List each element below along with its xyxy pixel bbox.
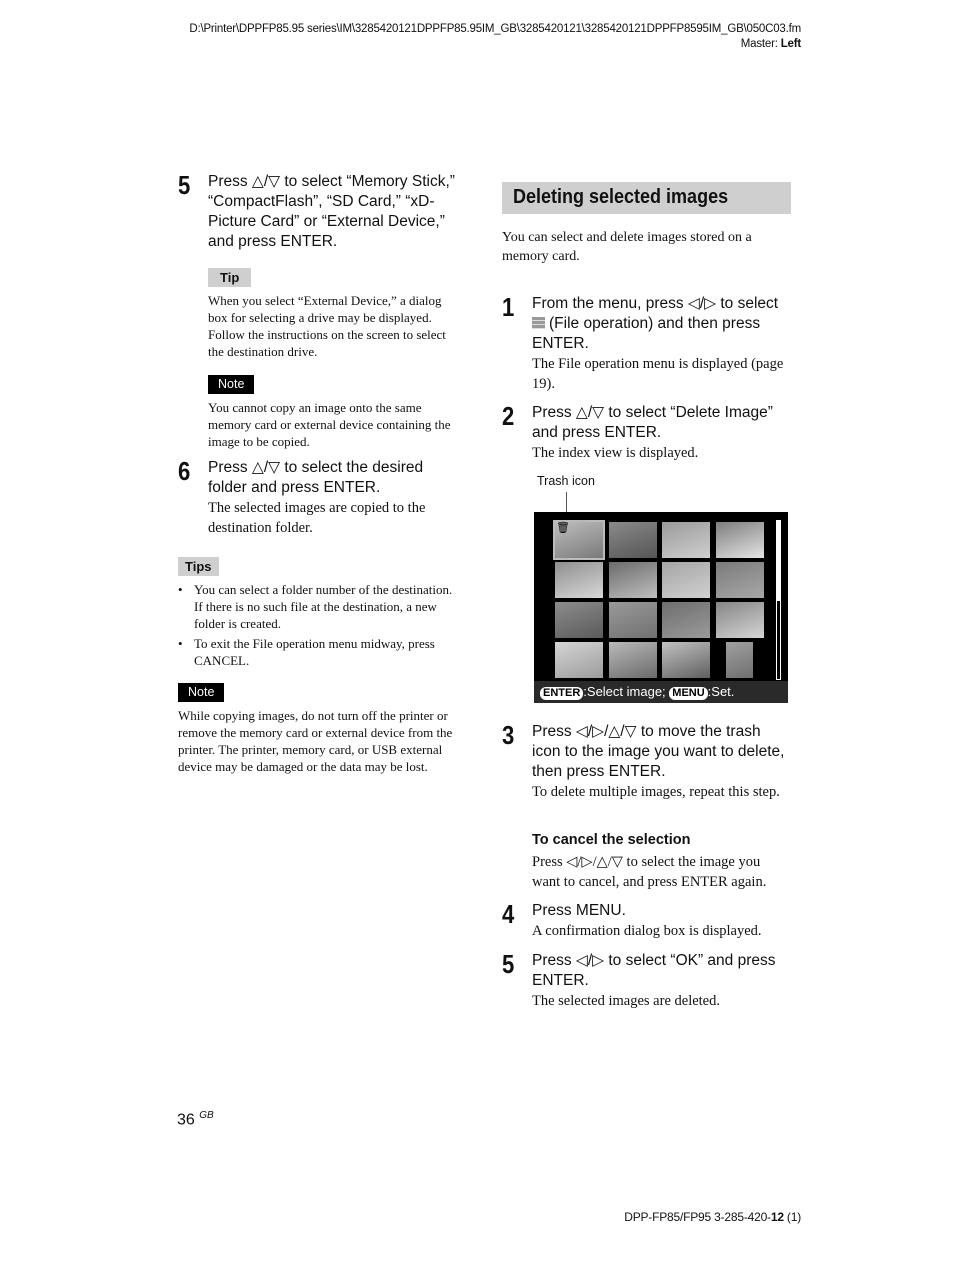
document-header: D:\Printer\DPPFP85.95 series\IM\32854201… (189, 22, 801, 52)
tips-list: You can select a folder number of the de… (178, 581, 463, 669)
menu-key-badge: MENU (669, 687, 708, 700)
status-text-select: :Select image; (583, 684, 666, 699)
thumbnail-sunflower-close[interactable] (715, 562, 764, 598)
step-title: Press △/▽ to select the desired folder a… (208, 459, 424, 496)
right-step-2: 2 Press △/▽ to select “Delete Image” and… (502, 401, 792, 463)
thumbnail-sunflower[interactable] (608, 522, 657, 558)
step-title: Press △/▽ to select “Memory Stick,” “Com… (208, 173, 455, 250)
right-step-5: 5 Press ◁/▷ to select “OK” and press ENT… (502, 949, 792, 1011)
step-number: 6 (178, 456, 191, 486)
note-box: Note You cannot copy an image onto the s… (208, 375, 463, 450)
thumbnail-lavender[interactable] (555, 602, 603, 638)
step-number: 3 (502, 720, 515, 750)
model-number: DPP-FP85/FP95 3-285-420-12 (1) (624, 1210, 801, 1224)
tip-box: Tip When you select “External Device,” a… (208, 268, 463, 360)
scrollbar-thumb[interactable] (777, 521, 780, 601)
thumbnail-beach-chairs[interactable] (555, 642, 603, 678)
step-number: 5 (502, 949, 515, 979)
step-title: From the menu, press ◁/▷ to select (File … (532, 295, 779, 352)
step-title: Press ◁/▷/△/▽ to move the trash icon to … (532, 723, 785, 780)
cancel-selection: To cancel the selection Press ◁/▷/△/▽ to… (532, 831, 792, 892)
step-title: Press MENU. (532, 902, 626, 919)
left-step-5: 5 Press △/▽ to select “Memory Stick,” “C… (178, 170, 463, 252)
note-label: Note (208, 375, 255, 394)
step-desc: The selected images are copied to the de… (208, 500, 426, 536)
page-suffix: GB (199, 1110, 214, 1121)
section-heading: Deleting selected images (502, 182, 791, 214)
file-path: D:\Printer\DPPFP85.95 series\IM\32854201… (189, 23, 801, 35)
tips-item: To exit the File operation menu midway, … (178, 635, 463, 669)
thumbnail-sky[interactable] (725, 642, 753, 678)
note-text: You cannot copy an image onto the same m… (208, 400, 451, 449)
thumbnail-dolphin[interactable]: 🗑 (553, 520, 605, 560)
right-step-1: 1 From the menu, press ◁/▷ to select (Fil… (502, 292, 792, 394)
tips-item: You can select a folder number of the de… (178, 581, 463, 632)
status-bar: ENTER:Select image; MENU:Set. (534, 681, 788, 703)
thumbnail-lily-of-valley-2[interactable] (715, 602, 764, 638)
status-text-set: :Set. (707, 684, 735, 699)
thumbnail-flower-pots[interactable] (715, 522, 764, 558)
step-desc: The index view is displayed. (532, 445, 699, 461)
page-number: 36 GB (177, 1110, 214, 1129)
step-number: 4 (502, 899, 515, 929)
thumbnail-hydrangea[interactable] (608, 602, 657, 638)
step-title: Press ◁/▷ to select “OK” and press ENTER… (532, 952, 776, 989)
section-title: Deleting selected images (513, 186, 729, 208)
left-step-6: 6 Press △/▽ to select the desired folder… (178, 456, 463, 538)
step-number: 1 (502, 292, 515, 322)
step-desc: The selected images are deleted. (532, 993, 720, 1009)
file-operation-icon (532, 317, 545, 329)
thumbnail-pier[interactable] (662, 642, 710, 678)
step-desc: The File operation menu is displayed (pa… (532, 356, 784, 392)
thumbnail-lily[interactable] (662, 562, 710, 598)
thumbnail-lily-of-valley[interactable] (555, 562, 603, 598)
master-line: Master: Left (740, 38, 801, 50)
cancel-heading: To cancel the selection (532, 832, 691, 848)
thumbnail-sailboat-sunset[interactable] (608, 642, 657, 678)
step-desc: To delete multiple images, repeat this s… (532, 784, 780, 800)
section-intro: You can select and delete images stored … (502, 230, 752, 264)
tip-text: When you select “External Device,” a dia… (208, 293, 446, 359)
right-step-4: 4 Press MENU. A confirmation dialog box … (502, 899, 792, 941)
cancel-text: Press ◁/▷/△/▽ to select the image you wa… (532, 854, 767, 890)
thumbnail-dandelion[interactable] (608, 562, 657, 598)
scrollbar[interactable] (776, 520, 781, 680)
trash-icon-callout: Trash icon (537, 474, 595, 488)
tips-label: Tips (178, 557, 219, 576)
step-desc: A confirmation dialog box is displayed. (532, 923, 762, 939)
master-value: Left (780, 38, 801, 50)
step-number: 2 (502, 401, 515, 431)
thumbnail-flower-cart[interactable] (662, 522, 710, 558)
index-view-screen: 🗑 ENTER:Select image; MENU:Set. (534, 512, 788, 703)
note-label: Note (178, 683, 225, 702)
enter-key-badge: ENTER (540, 687, 584, 700)
trash-icon: 🗑 (556, 522, 570, 534)
step-title: Press △/▽ to select “Delete Image” and p… (532, 404, 773, 441)
right-step-3: 3 Press ◁/▷/△/▽ to move the trash icon t… (502, 720, 792, 802)
tips-box: Tips You can select a folder number of t… (178, 557, 463, 672)
tip-label: Tip (208, 268, 252, 287)
note-text: While copying images, do not turn off th… (178, 708, 453, 774)
step-number: 5 (178, 170, 191, 200)
note-box-2: Note While copying images, do not turn o… (178, 683, 468, 775)
thumbnail-field[interactable] (662, 602, 710, 638)
